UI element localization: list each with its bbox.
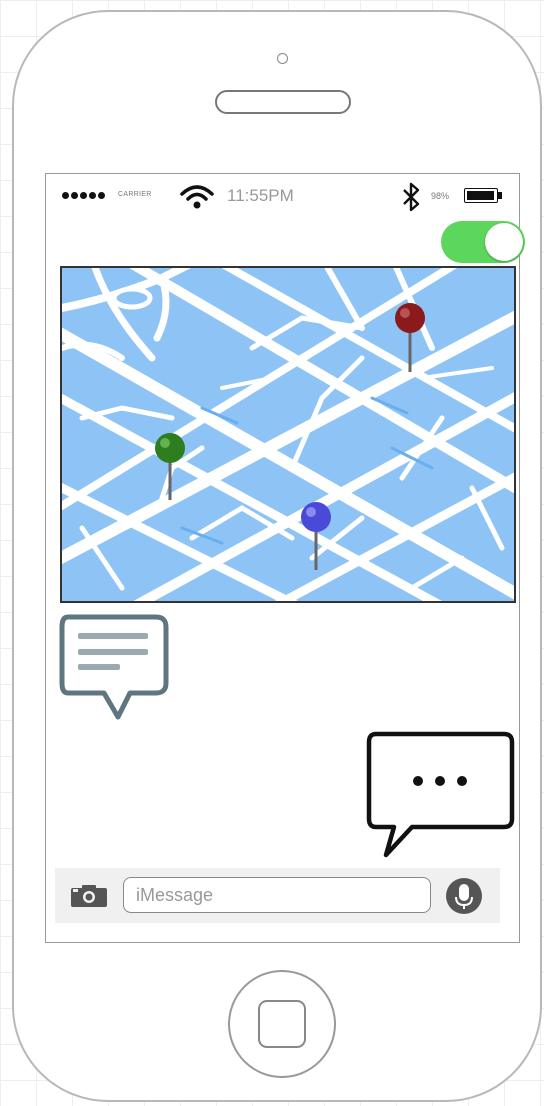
message-bubble-icon[interactable] — [58, 613, 172, 725]
battery-percentage: 98% — [431, 191, 450, 201]
camera-icon[interactable] — [70, 884, 108, 908]
imessage-input[interactable] — [123, 877, 431, 913]
message-input-bar — [55, 868, 500, 923]
speaker-slot — [215, 90, 351, 114]
wifi-icon — [180, 185, 214, 209]
typing-bubble-icon[interactable] — [366, 731, 516, 861]
toggle-switch[interactable] — [441, 221, 525, 263]
home-button-icon — [258, 1000, 306, 1048]
microphone-icon[interactable] — [445, 877, 483, 915]
bluetooth-icon — [403, 182, 420, 212]
map-view[interactable] — [60, 266, 516, 603]
map-streets — [62, 268, 514, 601]
status-bar: CARRIER 11:55PM 98% — [60, 180, 520, 212]
battery-icon — [464, 188, 504, 205]
toggle-knob — [485, 223, 523, 261]
carrier-label: CARRIER — [118, 191, 152, 198]
status-time: 11:55PM — [227, 186, 294, 205]
front-camera — [277, 53, 288, 64]
